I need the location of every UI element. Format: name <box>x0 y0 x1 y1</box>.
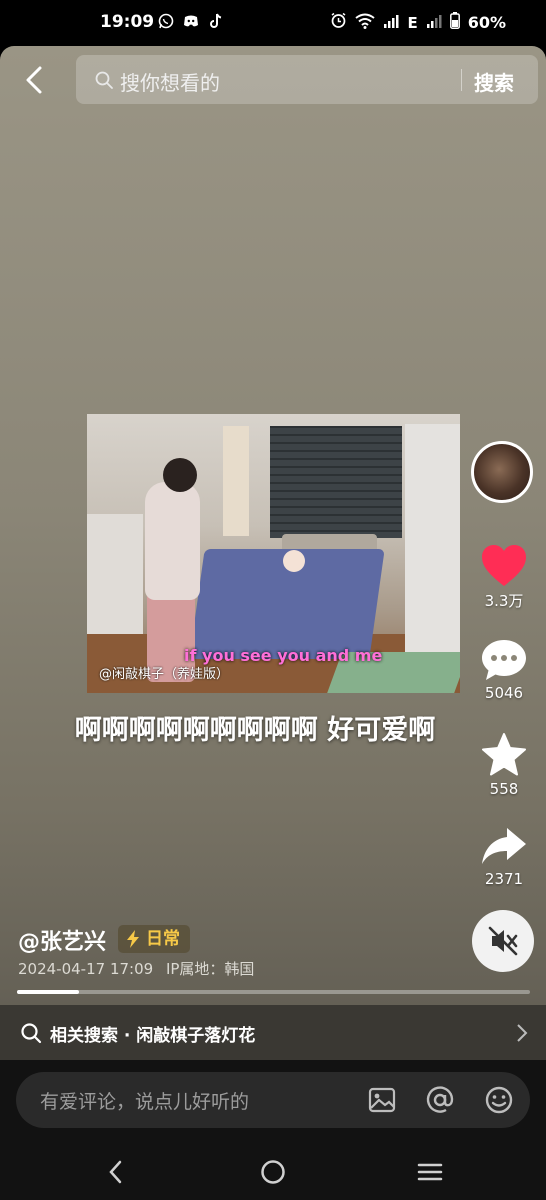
back-button[interactable] <box>18 62 54 98</box>
like-count: 3.3万 <box>484 592 524 610</box>
nav-home-button[interactable] <box>259 1158 287 1186</box>
author-name[interactable]: @张艺兴 <box>18 924 106 956</box>
discord-icon <box>183 13 199 29</box>
star-icon <box>482 733 526 776</box>
wifi-icon <box>355 13 376 33</box>
video-watermark: @闲敲棋子（养娃版） <box>99 667 230 682</box>
chevron-left-icon <box>109 1160 122 1184</box>
post-ip-location: IP属地：韩国 <box>165 960 255 978</box>
battery-percent: 60% <box>467 13 506 32</box>
comment-bar: 有爱评论，说点儿好听的 <box>0 1060 546 1140</box>
menu-lines-icon <box>417 1163 443 1181</box>
home-circle-icon <box>261 1160 285 1184</box>
comment-input[interactable]: 有爱评论，说点儿好听的 <box>16 1072 530 1128</box>
post-meta: 2024-04-17 17:09 IP属地：韩国 <box>18 958 262 979</box>
search-icon <box>94 70 114 90</box>
favorite-count: 558 <box>489 780 519 798</box>
speaker-muted-icon <box>488 926 518 956</box>
comment-placeholder: 有爱评论，说点儿好听的 <box>40 1091 250 1113</box>
tiktok-icon <box>208 13 224 29</box>
video-progress-bar[interactable] <box>17 990 530 994</box>
like-button[interactable]: 3.3万 <box>468 544 540 611</box>
share-arrow-icon <box>482 828 526 864</box>
video-scene-person <box>145 482 200 600</box>
share-button[interactable]: 2371 <box>468 824 540 888</box>
system-nav-bar <box>0 1140 546 1200</box>
share-count: 2371 <box>484 870 524 888</box>
comment-icon <box>482 640 526 680</box>
search-button[interactable]: 搜索 <box>474 67 514 96</box>
signal-icon <box>426 13 442 33</box>
video-scene-curtain <box>223 426 249 536</box>
status-bar: 19:09 E 60% <box>0 0 546 46</box>
comment-count: 5046 <box>484 684 524 702</box>
status-app-icons <box>158 13 224 29</box>
video-player[interactable]: 搜你想看的 搜索 if you see you and me @闲敲棋子（养娃版… <box>0 46 546 1060</box>
chevron-left-icon <box>26 66 42 94</box>
battery-icon <box>449 12 460 33</box>
video-scene-baby <box>283 550 305 572</box>
video-scene-window <box>270 426 402 538</box>
signal-icon <box>383 13 399 33</box>
related-search-bar[interactable]: 相关搜索 · 闲敲棋子落灯花 <box>0 1005 546 1060</box>
post-date: 2024-04-17 17:09 <box>18 960 154 978</box>
lightning-icon <box>127 930 139 948</box>
author-avatar[interactable] <box>471 441 533 503</box>
search-divider <box>461 69 462 91</box>
video-scene-wall <box>405 424 460 674</box>
status-time: 19:09 <box>100 12 155 32</box>
whatsapp-icon <box>158 13 174 29</box>
nav-back-button[interactable] <box>102 1158 130 1186</box>
favorite-button[interactable]: 558 <box>468 732 540 798</box>
video-scene-person-head <box>163 458 197 492</box>
tag-label: 日常 <box>146 929 180 949</box>
mute-button[interactable] <box>472 910 534 972</box>
heart-icon <box>482 545 526 586</box>
mention-icon[interactable] <box>424 1084 456 1116</box>
video-caption: 啊啊啊啊啊啊啊啊啊 好可爱啊 <box>74 715 436 746</box>
chevron-right-icon <box>517 1024 528 1042</box>
alarm-icon <box>330 12 347 33</box>
nav-recents-button[interactable] <box>416 1158 444 1186</box>
search-input[interactable]: 搜你想看的 <box>120 67 220 96</box>
status-system-icons: E 60% <box>330 12 506 33</box>
network-type: E <box>407 13 418 32</box>
search-icon <box>21 1023 42 1044</box>
related-search-label: 相关搜索 · 闲敲棋子落灯花 <box>50 1026 256 1046</box>
video-progress-fill <box>17 990 79 994</box>
image-icon[interactable] <box>366 1084 398 1116</box>
search-bar[interactable]: 搜你想看的 搜索 <box>76 55 538 104</box>
tag-badge[interactable]: 日常 <box>118 925 190 953</box>
video-frame[interactable]: if you see you and me @闲敲棋子（养娃版） <box>87 414 460 693</box>
comment-button[interactable]: 5046 <box>468 638 540 702</box>
emoji-icon[interactable] <box>483 1084 515 1116</box>
